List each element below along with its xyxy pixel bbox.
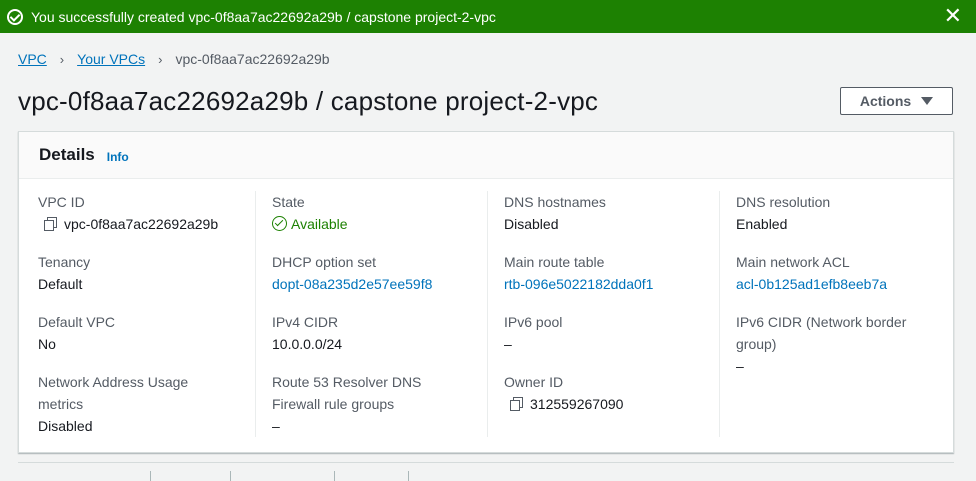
ipv4-cidr-value: 10.0.0.0/24: [272, 336, 343, 352]
nau-metrics-label-2: metrics: [38, 396, 84, 412]
main-acl-link[interactable]: acl-0b125ad1efb8eeb7a: [736, 273, 887, 295]
tab-divider: [334, 471, 335, 481]
breadcrumb-vpc-link[interactable]: VPC: [18, 51, 47, 67]
tenancy-label: Tenancy: [38, 254, 91, 270]
default-vpc-value: No: [38, 336, 56, 352]
dns-resolution-field: DNS resolution Enabled: [736, 191, 830, 235]
ipv6-pool-value: –: [504, 336, 512, 352]
ipv6-cidr-label-1: IPv6 CIDR (Network border: [736, 314, 907, 330]
details-panel: Details Info VPC ID vpc-0f8aa7ac22692a29…: [18, 131, 954, 453]
owner-id-value: 312559267090: [530, 396, 624, 412]
tenancy-field: Tenancy Default: [38, 251, 90, 295]
main-route-table-label: Main route table: [504, 254, 605, 270]
owner-id-field: Owner ID 312559267090: [504, 371, 623, 415]
details-column-3: DNS hostnames Disabled Main route table …: [487, 191, 719, 437]
dns-hostnames-field: DNS hostnames Disabled: [504, 191, 606, 235]
nau-metrics-label-1: Network Address Usage: [38, 374, 189, 390]
vpc-id-value: vpc-0f8aa7ac22692a29b: [64, 216, 219, 232]
dns-hostnames-label: DNS hostnames: [504, 194, 606, 210]
nau-metrics-value: Disabled: [38, 418, 93, 434]
details-header: Details Info: [19, 132, 953, 179]
main-acl-label: Main network ACL: [736, 254, 850, 270]
chevron-right-icon: ›: [158, 51, 163, 67]
copy-icon[interactable]: [44, 217, 57, 231]
tab-divider: [150, 471, 151, 481]
dhcp-link[interactable]: dopt-08a235d2e57ee59f8: [272, 273, 432, 295]
main-route-table-field: Main route table rtb-096e5022182dda0f1: [504, 251, 653, 295]
details-column-2: State Available DHCP option set dopt-08a…: [255, 191, 487, 437]
ipv4-cidr-field: IPv4 CIDR 10.0.0.0/24: [272, 311, 342, 355]
details-column-4: DNS resolution Enabled Main network ACL …: [719, 191, 953, 437]
close-icon[interactable]: ✕: [944, 5, 962, 27]
success-flash-banner: You successfully created vpc-0f8aa7ac226…: [0, 0, 976, 33]
details-column-1: VPC ID vpc-0f8aa7ac22692a29b Tenancy Def…: [19, 191, 255, 437]
r53-dns-label-1: Route 53 Resolver DNS: [272, 374, 422, 390]
dns-resolution-label: DNS resolution: [736, 194, 831, 210]
details-heading: Details: [39, 145, 95, 164]
available-check-icon: [272, 216, 287, 231]
r53-dns-label-2: Firewall rule groups: [272, 396, 395, 412]
caret-down-icon: [921, 97, 934, 105]
tab-divider: [408, 471, 409, 481]
vpc-id-label: VPC ID: [38, 194, 85, 210]
dhcp-field: DHCP option set dopt-08a235d2e57ee59f8: [272, 251, 432, 295]
state-value: Available: [291, 216, 348, 232]
vpc-id-field: VPC ID vpc-0f8aa7ac22692a29b: [38, 191, 218, 235]
page-title: vpc-0f8aa7ac22692a29b / capstone project…: [18, 86, 599, 116]
flash-message: You successfully created vpc-0f8aa7ac226…: [31, 8, 496, 25]
r53-dns-field: Route 53 Resolver DNS Firewall rule grou…: [272, 371, 421, 437]
breadcrumb-your-vpcs-link[interactable]: Your VPCs: [77, 51, 145, 67]
ipv6-pool-field: IPv6 pool –: [504, 311, 562, 355]
main-route-table-link[interactable]: rtb-096e5022182dda0f1: [504, 273, 653, 295]
copy-icon[interactable]: [510, 397, 523, 411]
tab-divider: [230, 471, 231, 481]
state-field: State Available: [272, 191, 348, 235]
ipv6-pool-label: IPv6 pool: [504, 314, 563, 330]
chevron-right-icon: ›: [59, 51, 65, 67]
default-vpc-field: Default VPC No: [38, 311, 115, 355]
actions-label: Actions: [859, 93, 912, 109]
tenancy-value: Default: [38, 276, 83, 292]
default-vpc-label: Default VPC: [38, 314, 116, 330]
dhcp-label: DHCP option set: [272, 254, 377, 270]
ipv6-cidr-label-2: group): [736, 336, 777, 352]
ipv6-cidr-value: –: [736, 358, 744, 374]
dns-resolution-value: Enabled: [736, 216, 788, 232]
info-link[interactable]: Info: [107, 150, 129, 164]
r53-dns-value: –: [272, 418, 280, 434]
ipv4-cidr-label: IPv4 CIDR: [272, 314, 339, 330]
owner-id-label: Owner ID: [504, 374, 564, 390]
nau-metrics-field: Network Address Usage metrics Disabled: [38, 371, 188, 437]
tab-strip-edge: [18, 462, 954, 481]
actions-button[interactable]: Actions: [840, 87, 953, 115]
success-check-icon: [7, 8, 23, 25]
state-label: State: [272, 194, 305, 210]
ipv6-cidr-field: IPv6 CIDR (Network border group) –: [736, 311, 906, 377]
dns-hostnames-value: Disabled: [504, 216, 559, 232]
breadcrumb-current: vpc-0f8aa7ac22692a29b: [175, 51, 330, 67]
main-acl-field: Main network ACL acl-0b125ad1efb8eeb7a: [736, 251, 887, 295]
breadcrumb: VPC › Your VPCs › vpc-0f8aa7ac22692a29b: [18, 51, 330, 67]
